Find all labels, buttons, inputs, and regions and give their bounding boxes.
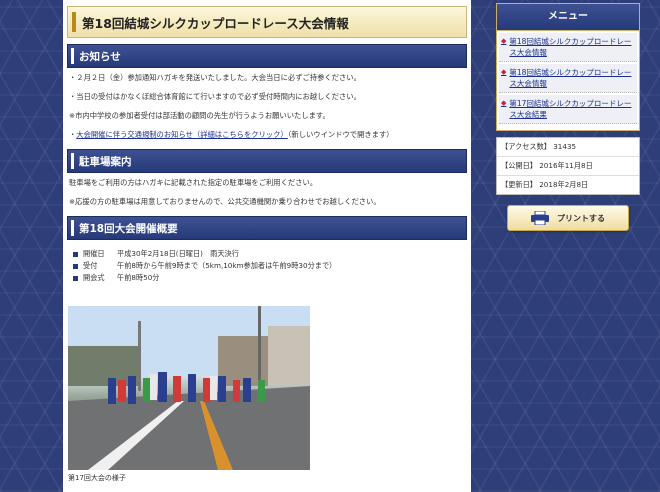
access-count: 【アクセス数】 31435 xyxy=(497,138,639,157)
notice-line: ・２月２日（金）参加通知ハガキを発送いたしました。大会当日に必ずご持参ください。 xyxy=(69,73,361,82)
published-date: 【公開日】 2016年11月8日 xyxy=(497,157,639,176)
title-accent xyxy=(72,12,76,32)
section-heading-parking: 駐車場案内 xyxy=(67,149,467,173)
parking-line: 駐車場をご利用の方はハガキに記載された指定の駐車場をご利用ください。 xyxy=(69,178,318,187)
page-title-bar: 第18回結城シルクカップロードレース大会情報 xyxy=(67,6,467,38)
bullet-icon xyxy=(73,251,78,257)
notice-heading: お知らせ xyxy=(79,51,121,63)
notice-line: ※市内中学校の参加者受付は部活動の顧問の先生が行うようお願いいたします。 xyxy=(69,111,330,120)
overview-item: 受付 午前8時から午前9時まで（5km,10km参加者は午前9時30分まで） xyxy=(73,260,471,272)
race-photo-illustration xyxy=(68,306,310,470)
race-photo xyxy=(68,306,310,470)
page-info-box: 【アクセス数】 31435 【公開日】 2016年11月8日 【更新日】 201… xyxy=(496,137,640,195)
sidebar: メニュー ◆ 第18回結城シルクカップロードレース大会情報 ◆ 第18回結城シル… xyxy=(496,3,640,231)
notice-line: ・当日の受付はかなくぼ総合体育館にて行いますので必ず受付時間内にお越しください。 xyxy=(69,92,361,101)
parking-line: ※応援の方の駐車場は用意しておりませんので、公共交通機関か乗り合わせでお越しくだ… xyxy=(69,197,381,206)
section-heading-notice: お知らせ xyxy=(67,44,467,68)
notice-body: ・２月２日（金）参加通知ハガキを発送いたしました。大会当日に必ずご持参ください。… xyxy=(69,68,465,140)
arrow-icon: ◆ xyxy=(501,37,507,45)
bullet-icon xyxy=(73,263,78,269)
print-button[interactable]: プリントする xyxy=(507,205,629,231)
print-label: プリントする xyxy=(557,213,605,223)
printer-icon xyxy=(531,211,549,225)
menu-item-18-info-2[interactable]: ◆ 第18回結城シルクカップロードレース大会情報 xyxy=(499,64,637,93)
menu-item-18-info[interactable]: ◆ 第18回結城シルクカップロードレース大会情報 xyxy=(499,33,637,62)
parking-heading: 駐車場案内 xyxy=(79,156,132,168)
menu-list: ◆ 第18回結城シルクカップロードレース大会情報 ◆ 第18回結城シルクカップロ… xyxy=(496,31,640,131)
section-heading-overview: 第18回大会開催概要 xyxy=(67,216,467,240)
notice-link-line: ・大会開催に伴う交通規制のお知らせ（詳細はこちらをクリック）（新しいウインドウで… xyxy=(69,130,394,139)
traffic-info-link[interactable]: 大会開催に伴う交通規制のお知らせ（詳細はこちらをクリック） xyxy=(76,130,287,139)
bullet-icon xyxy=(73,275,78,281)
overview-item: 開会式 午前8時50分 xyxy=(73,272,471,284)
updated-date: 【更新日】 2018年2月8日 xyxy=(501,180,589,189)
menu-title: メニュー xyxy=(496,3,640,31)
main-content: 第18回結城シルクカップロードレース大会情報 お知らせ ・２月２日（金）参加通知… xyxy=(63,0,471,492)
menu-item-17-results[interactable]: ◆ 第17回結城シルクカップロードレース大会結果 xyxy=(499,95,637,124)
overview-list: 開催日 平成30年2月18日(日曜日) 雨天決行 受付 午前8時から午前9時まで（5… xyxy=(73,248,471,284)
photo-caption: 第17回大会の様子 xyxy=(68,474,126,482)
parking-body: 駐車場をご利用の方はハガキに記載された指定の駐車場をご利用ください。 ※応援の方… xyxy=(69,173,465,207)
overview-heading: 第18回大会開催概要 xyxy=(79,223,178,235)
arrow-icon: ◆ xyxy=(501,68,507,76)
page-title: 第18回結城シルクカップロードレース大会情報 xyxy=(82,16,349,31)
overview-item: 開催日 平成30年2月18日(日曜日) 雨天決行 xyxy=(73,248,471,260)
arrow-icon: ◆ xyxy=(501,99,507,107)
